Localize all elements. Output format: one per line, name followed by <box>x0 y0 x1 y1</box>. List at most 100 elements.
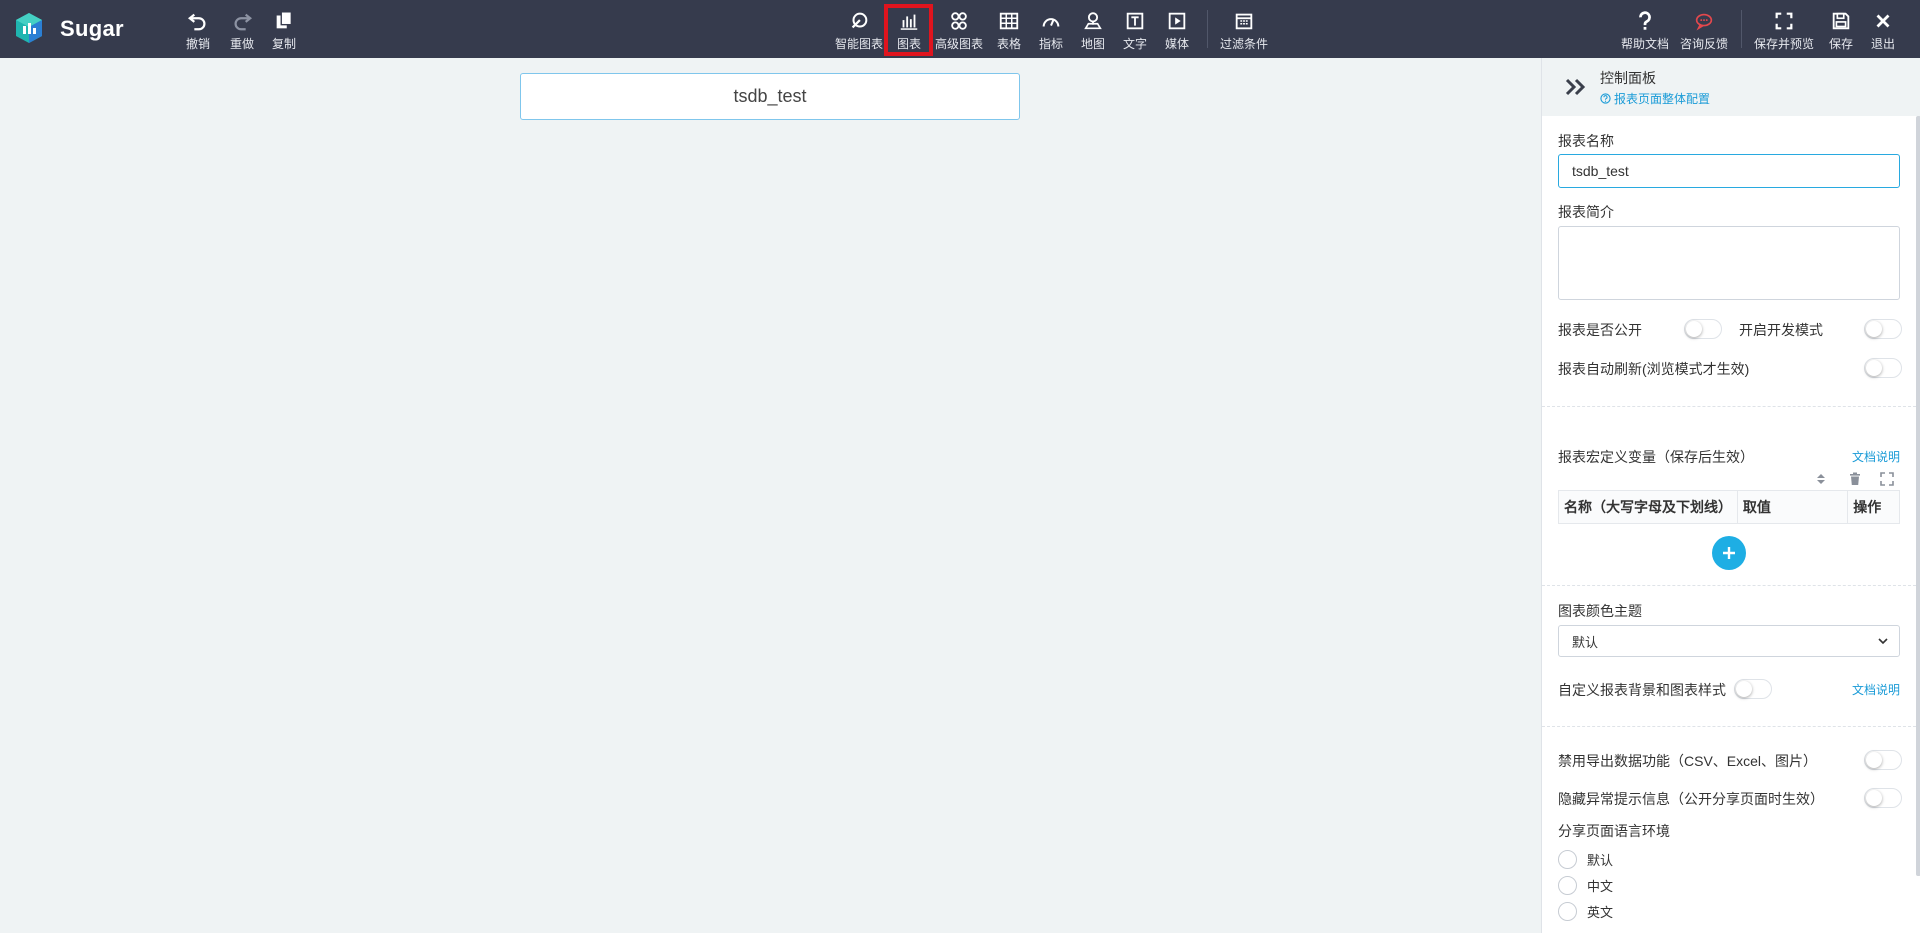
help-doc-button[interactable]: 帮助文档 <box>1621 10 1669 54</box>
lang-option-label: 默认 <box>1587 853 1614 868</box>
toolbar-divider <box>1741 10 1742 48</box>
macro-doc-link[interactable]: 文档说明 <box>1852 448 1900 465</box>
advanced-chart-button[interactable]: 高级图表 <box>935 10 983 54</box>
save-preview-button[interactable]: 保存并预览 <box>1754 10 1814 54</box>
sugar-logo-icon <box>16 13 42 43</box>
chart-button-highlight <box>884 4 933 56</box>
help-doc-label: 帮助文档 <box>1621 37 1670 51</box>
panel-subtitle-link[interactable]: 报表页面整体配置 <box>1600 90 1710 107</box>
advanced-chart-label: 高级图表 <box>935 37 984 51</box>
chat-icon <box>1695 13 1713 31</box>
auto-refresh-label: 报表自动刷新(浏览模式才生效) <box>1558 361 1750 377</box>
custom-bg-toggle[interactable] <box>1734 679 1772 699</box>
filter-label: 过滤条件 <box>1220 37 1269 51</box>
exit-button[interactable]: 退出 <box>1871 10 1895 54</box>
macro-vars-table-header: 名称（大写字母及下划线） 取值 操作 <box>1558 490 1900 524</box>
public-toggle[interactable] <box>1684 319 1722 339</box>
undo-label: 撤销 <box>186 37 211 51</box>
top-toolbar: Sugar 撤销 重做 复制 智能图表 图表 高级图表 表格 指标 地图 文字 <box>0 0 1920 58</box>
media-button[interactable]: 媒体 <box>1165 10 1189 54</box>
help-circle-icon <box>1600 93 1611 104</box>
help-icon <box>1639 11 1651 30</box>
control-panel: 控制面板 报表页面整体配置 报表名称 报表简介 报表是否公开 开启开发模式 报表… <box>1541 58 1920 933</box>
redo-label: 重做 <box>230 37 255 51</box>
expand-icon[interactable] <box>1880 472 1894 486</box>
dev-mode-label: 开启开发模式 <box>1739 322 1823 338</box>
feedback-button[interactable]: 咨询反馈 <box>1680 10 1728 54</box>
report-intro-textarea[interactable] <box>1558 226 1900 300</box>
disable-export-toggle[interactable] <box>1864 750 1902 770</box>
lang-option-chinese[interactable]: 中文 <box>1558 876 1613 895</box>
text-label: 文字 <box>1123 37 1148 51</box>
copy-icon <box>276 11 293 29</box>
color-theme-select[interactable]: 默认 <box>1558 625 1900 657</box>
redo-icon <box>234 13 253 31</box>
col-value: 取值 <box>1738 491 1849 523</box>
panel-scrollbar[interactable] <box>1916 116 1920 876</box>
auto-refresh-toggle[interactable] <box>1864 358 1902 378</box>
save-preview-label: 保存并预览 <box>1754 37 1815 51</box>
public-label: 报表是否公开 <box>1558 322 1642 338</box>
smart-chart-label: 智能图表 <box>835 37 884 51</box>
hide-error-toggle[interactable] <box>1864 788 1902 808</box>
undo-button[interactable]: 撤销 <box>186 10 210 54</box>
smart-chart-icon <box>851 12 868 29</box>
feedback-label: 咨询反馈 <box>1680 37 1729 51</box>
indicator-button[interactable]: 指标 <box>1039 10 1063 54</box>
report-canvas[interactable]: tsdb_test <box>0 58 1541 933</box>
double-chevron-right-icon[interactable] <box>1564 76 1588 98</box>
section-divider <box>1542 406 1916 407</box>
media-play-icon <box>1168 12 1186 30</box>
table-label: 表格 <box>997 37 1022 51</box>
map-button[interactable]: 地图 <box>1081 10 1105 54</box>
color-theme-label: 图表颜色主题 <box>1558 603 1642 619</box>
lang-option-english[interactable]: 英文 <box>1558 902 1613 921</box>
report-name-label: 报表名称 <box>1558 133 1614 149</box>
panel-subtitle-text: 报表页面整体配置 <box>1614 92 1711 106</box>
brand-name: Sugar <box>60 16 124 41</box>
section-divider <box>1542 726 1916 727</box>
text-icon <box>1126 12 1144 30</box>
close-icon <box>1876 14 1890 28</box>
col-name: 名称（大写字母及下划线） <box>1559 491 1738 523</box>
color-theme-value: 默认 <box>1572 634 1599 650</box>
trash-icon[interactable] <box>1848 472 1862 486</box>
share-lang-label: 分享页面语言环境 <box>1558 823 1670 839</box>
redo-button[interactable]: 重做 <box>230 10 254 54</box>
report-name-input[interactable] <box>1558 154 1900 188</box>
col-actions: 操作 <box>1853 499 1882 515</box>
lang-option-default[interactable]: 默认 <box>1558 850 1613 869</box>
gauge-icon <box>1042 18 1060 27</box>
copy-button[interactable]: 复制 <box>272 10 296 54</box>
copy-label: 复制 <box>272 37 297 51</box>
dev-mode-toggle[interactable] <box>1864 319 1902 339</box>
section-divider <box>1542 585 1916 586</box>
radio-circle[interactable] <box>1558 850 1577 869</box>
text-button[interactable]: 文字 <box>1123 10 1147 54</box>
chevron-down-icon <box>1878 638 1888 645</box>
smart-chart-button[interactable]: 智能图表 <box>835 10 883 54</box>
save-button[interactable]: 保存 <box>1829 10 1853 54</box>
map-label: 地图 <box>1081 37 1106 51</box>
add-variable-button[interactable] <box>1712 536 1746 570</box>
table-button[interactable]: 表格 <box>997 10 1021 54</box>
undo-icon <box>187 13 206 31</box>
table-icon <box>999 12 1019 30</box>
macro-vars-label: 报表宏定义变量（保存后生效） <box>1558 449 1754 465</box>
save-icon <box>1832 12 1850 30</box>
sort-icon[interactable] <box>1814 472 1828 486</box>
lang-option-label: 中文 <box>1587 879 1614 894</box>
filter-button[interactable]: 过滤条件 <box>1220 10 1268 54</box>
panel-title: 控制面板 <box>1600 70 1656 86</box>
plus-icon <box>1723 547 1735 559</box>
disable-export-label: 禁用导出数据功能（CSV、Excel、图片） <box>1558 753 1818 769</box>
custom-bg-label: 自定义报表背景和图表样式 <box>1558 682 1726 698</box>
toolbar-divider <box>1207 10 1208 48</box>
radio-circle[interactable] <box>1558 902 1577 921</box>
media-label: 媒体 <box>1165 37 1190 51</box>
lang-option-label: 英文 <box>1587 905 1614 920</box>
panel-header: 控制面板 报表页面整体配置 <box>1542 58 1920 116</box>
radio-circle[interactable] <box>1558 876 1577 895</box>
report-title-block[interactable]: tsdb_test <box>520 73 1020 120</box>
custom-bg-doc-link[interactable]: 文档说明 <box>1852 681 1900 698</box>
